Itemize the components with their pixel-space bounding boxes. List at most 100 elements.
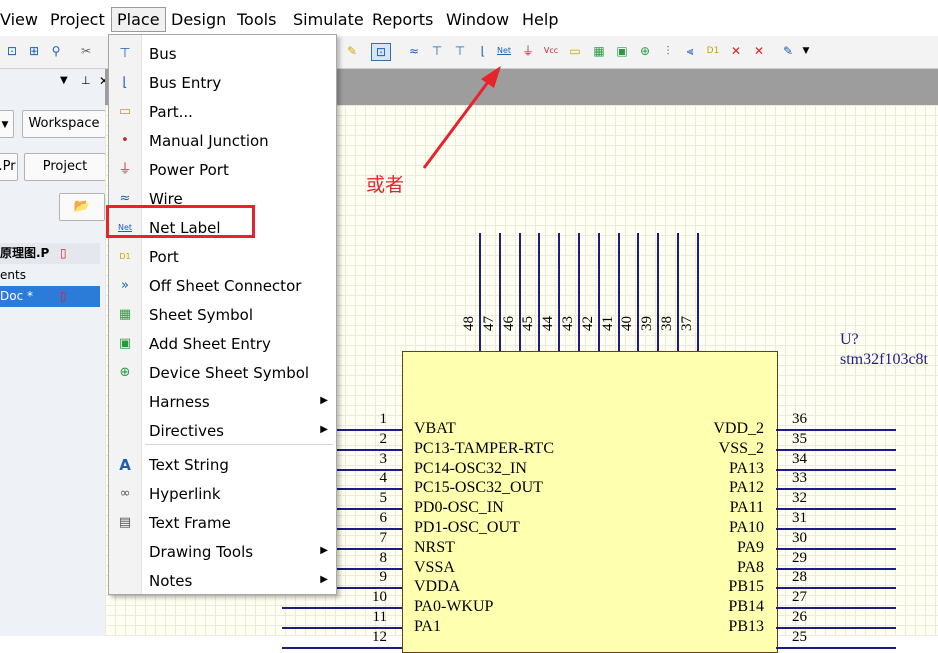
menu-item-bus[interactable]: ⊤ Bus [109, 40, 336, 69]
pin-wire[interactable] [336, 587, 402, 590]
menu-item-off-sheet-connector[interactable]: » Off Sheet Connector [109, 272, 336, 301]
menu-reports[interactable]: Reports [372, 10, 433, 29]
menu-simulate[interactable]: Simulate [293, 10, 364, 29]
pin-number: 5 [379, 490, 388, 507]
menu-view[interactable]: View [0, 10, 38, 29]
bus-icon-2[interactable]: ⊤ [451, 43, 469, 59]
pin-wire[interactable] [637, 233, 640, 351]
no-erc-icon[interactable]: ✕ [727, 43, 745, 59]
pin-icon[interactable]: ⊥ [81, 74, 91, 87]
pin-wire[interactable] [597, 233, 600, 351]
device-sheet-icon[interactable]: ⊕ [636, 43, 654, 59]
menu-project[interactable]: Project [50, 10, 105, 29]
menu-item-label: Sheet Symbol [149, 306, 254, 324]
menu-design[interactable]: Design [171, 10, 226, 29]
tree-project[interactable]: 原理图.P ▯ [0, 243, 100, 264]
line-icon[interactable]: ✎ [779, 43, 797, 59]
project-open-button[interactable]: 📂 [59, 193, 105, 221]
pin-wire[interactable] [336, 488, 402, 491]
pin-number: 48 [461, 316, 477, 331]
harness-icon[interactable]: ⫶ [659, 43, 677, 59]
project-button[interactable]: Project [24, 153, 106, 181]
submenu-arrow-icon: ▶ [320, 545, 328, 556]
panel-menu-icon[interactable]: ▼ [60, 75, 68, 86]
wire-icon[interactable]: ≈ [405, 43, 423, 59]
pin-wire[interactable] [336, 429, 402, 431]
pin-name: NRST [414, 538, 455, 556]
pin-wire[interactable] [479, 233, 481, 351]
pin-wire[interactable] [498, 233, 501, 351]
menu-item-part[interactable]: ▭ Part... [109, 98, 336, 127]
workspace-dropdown[interactable]: ▼ [0, 110, 14, 138]
menu-item-drawing-tools[interactable]: Drawing Tools ▶ [109, 538, 336, 567]
menu-item-sheet-symbol[interactable]: ▦ Sheet Symbol [109, 301, 336, 330]
zoom-fit-icon[interactable]: ⊡ [3, 43, 21, 59]
menu-tools[interactable]: Tools [237, 10, 276, 29]
pin-wire[interactable] [336, 468, 402, 471]
menu-window[interactable]: Window [446, 10, 509, 29]
tree-item-selected[interactable]: Doc * ▯ [0, 286, 100, 307]
harness-connector-icon[interactable]: ⫷ [681, 43, 699, 59]
pin-wire[interactable] [518, 233, 521, 351]
highlight-icon[interactable]: ✎ [343, 43, 361, 59]
pin-wire[interactable] [538, 233, 541, 351]
port-icon[interactable]: D1 [704, 43, 722, 59]
sheet-symbol-icon[interactable]: ▦ [590, 43, 608, 59]
menu-item-manual-junction[interactable]: • Manual Junction [109, 127, 336, 156]
menu-item-add-sheet-entry[interactable]: ▣ Add Sheet Entry [109, 330, 336, 359]
pin-wire[interactable] [617, 233, 620, 351]
pin-wire[interactable] [336, 448, 402, 451]
zoom-area-icon[interactable]: ⊞ [25, 43, 43, 59]
menu-item-hyperlink[interactable]: ∞ Hyperlink [109, 480, 336, 509]
vcc-icon[interactable]: Vcc [542, 43, 560, 59]
component-designator[interactable]: U? [840, 331, 859, 349]
pin-name: PA0-WKUP [414, 598, 494, 616]
project-dropdown[interactable]: .Pr [0, 153, 18, 181]
cut-icon[interactable]: ✂ [77, 43, 95, 59]
pin-wire[interactable] [696, 233, 699, 351]
part-icon[interactable]: ▭ [566, 43, 584, 59]
gnd-icon[interactable]: ⏚ [519, 43, 537, 59]
pin-wire[interactable] [282, 646, 402, 649]
menu-item-label: Notes [149, 572, 193, 590]
pin-name: PB14 [728, 598, 764, 616]
pin-wire[interactable] [336, 547, 402, 550]
bus-icon[interactable]: ⊤ [428, 43, 446, 59]
select-icon[interactable]: ⊡ [371, 43, 391, 61]
pin-number: 6 [379, 510, 388, 526]
menu-item-power-port[interactable]: ⏚ Power Port [109, 156, 336, 185]
menu-item-directives[interactable]: Directives ▶ [109, 417, 336, 446]
menu-item-label: Port [149, 248, 179, 266]
menu-item-port[interactable]: D1 Port [109, 243, 336, 272]
pin-number: 36 [792, 411, 807, 427]
sheet-entry-icon[interactable]: ▣ [613, 43, 631, 59]
menu-help[interactable]: Help [522, 10, 558, 29]
menu-item-device-sheet-symbol[interactable]: ⊕ Device Sheet Symbol [109, 359, 336, 388]
menu-item-bus-entry[interactable]: ⌊ Bus Entry [109, 69, 336, 98]
compile-mask-icon[interactable]: ✕ [750, 43, 768, 59]
component-part-name[interactable]: stm32f103c8t [840, 351, 928, 369]
chevron-down-icon: ▼ [1, 120, 9, 130]
pin-wire[interactable] [578, 233, 580, 351]
pin-wire[interactable] [558, 233, 561, 351]
menu-item-text-string[interactable]: A Text String [109, 451, 336, 480]
workspace-button[interactable]: Workspace [22, 110, 106, 138]
menu-item-harness[interactable]: Harness ▶ [109, 388, 336, 417]
chevron-down-icon[interactable]: ▼ [797, 43, 815, 59]
pin-wire[interactable] [657, 233, 660, 351]
pin-wire[interactable] [336, 508, 402, 511]
pin-wire[interactable] [336, 528, 402, 530]
pin-name: PA11 [729, 499, 764, 517]
pin-number: 25 [792, 628, 807, 645]
menu-item-label: Hyperlink [149, 485, 221, 503]
pin-wire[interactable] [336, 567, 402, 570]
tree-item[interactable]: ents [0, 265, 100, 286]
pin-wire[interactable] [677, 233, 679, 351]
zoom-select-icon[interactable]: ⚲ [47, 43, 65, 59]
menu-item-notes[interactable]: Notes ▶ [109, 567, 336, 596]
bus-entry-icon[interactable]: ⌊ [474, 43, 492, 59]
menu-item-text-frame[interactable]: ▤ Text Frame [109, 509, 336, 538]
pin-wire[interactable] [776, 646, 896, 649]
menu-place[interactable]: Place [111, 7, 166, 32]
net-label-icon[interactable]: Net [495, 43, 513, 59]
